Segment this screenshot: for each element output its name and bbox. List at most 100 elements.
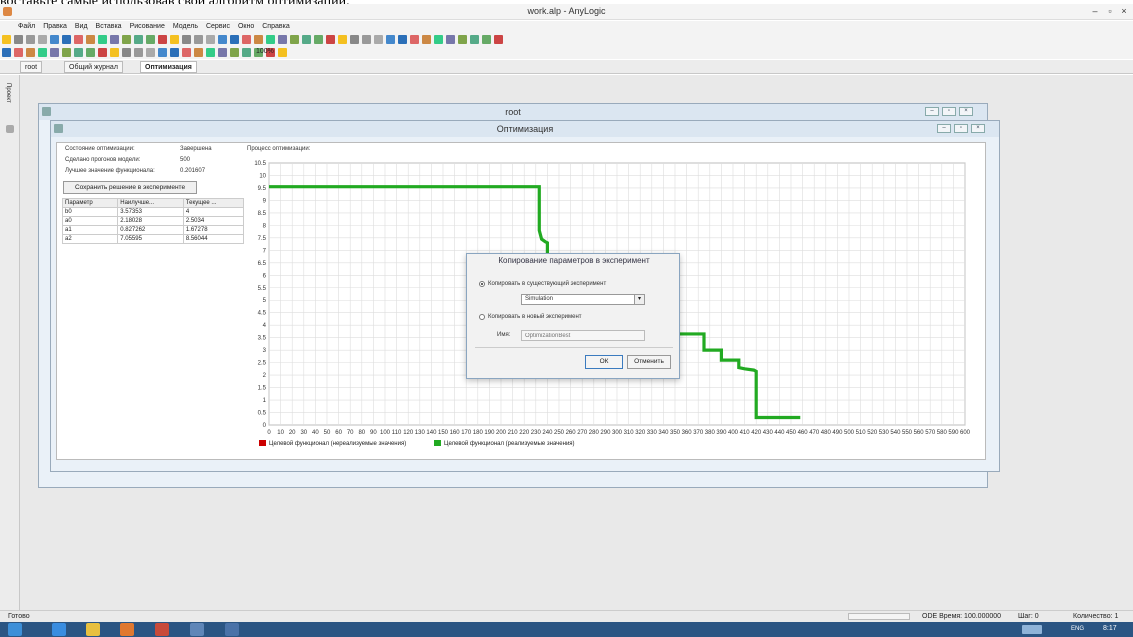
palette-icon[interactable] [6,125,14,133]
table-row[interactable]: a1 0.827262 1.67278 [61,225,245,235]
toolbar-tool-icon[interactable] [242,48,251,57]
table-header[interactable]: Текущее ... [182,198,245,208]
maximize-button[interactable]: ▫ [1103,6,1117,16]
start-icon[interactable] [8,623,22,636]
copy-new-radio[interactable] [479,314,485,320]
new-experiment-name-input[interactable] [521,330,645,341]
toolbar-tool-icon[interactable] [446,35,455,44]
opt-restore-button[interactable]: ▫ [954,124,968,133]
toolbar-tool-icon[interactable] [14,35,23,44]
toolbar-tool-icon[interactable] [86,35,95,44]
toolbar-tool-icon[interactable] [278,48,287,57]
toolbar-tool-icon[interactable] [470,35,479,44]
toolbar-tool-icon[interactable] [482,35,491,44]
toolbar-tool-icon[interactable] [38,35,47,44]
toolbar-tool-icon[interactable] [338,35,347,44]
toolbar-tool-icon[interactable] [62,48,71,57]
toolbar-tool-icon[interactable] [110,35,119,44]
toolbar-tool-icon[interactable] [230,48,239,57]
menu-item[interactable]: Вставка [92,21,126,33]
toolbar-tool-icon[interactable] [26,35,35,44]
toolbar-tool-icon[interactable] [194,48,203,57]
toolbar-tool-icon[interactable] [50,35,59,44]
project-side-tab[interactable]: Проект [5,83,11,103]
toolbar-tool-icon[interactable] [98,48,107,57]
toolbar-tool-icon[interactable] [230,35,239,44]
toolbar-tool-icon[interactable] [170,48,179,57]
browser-icon[interactable] [52,623,66,636]
toolbar-tool-icon[interactable] [206,35,215,44]
toolbar-tool-icon[interactable] [134,48,143,57]
root-minimize-button[interactable]: – [925,107,939,116]
table-row[interactable]: a0 2.18028 2.5034 [61,216,245,226]
toolbar-tool-icon[interactable] [74,48,83,57]
chevron-down-icon[interactable]: ▾ [634,295,644,304]
toolbar-tool-icon[interactable] [434,35,443,44]
toolbar-tool-icon[interactable] [98,35,107,44]
toolbar-tool-icon[interactable] [314,35,323,44]
toolbar-tool-icon[interactable] [122,48,131,57]
toolbar-tool-icon[interactable] [146,48,155,57]
toolbar-tool-icon[interactable] [170,35,179,44]
editor-tab[interactable]: Общий журнал [64,61,123,73]
menu-item[interactable]: Вид [71,21,92,33]
toolbar-tool-icon[interactable] [38,48,47,57]
zoom-level[interactable]: 100% [256,48,274,55]
close-button[interactable]: × [1117,6,1131,16]
save-solution-button[interactable]: Сохранить решение в эксперименте [63,181,197,194]
toolbar-tool-icon[interactable] [242,35,251,44]
toolbar-tool-icon[interactable] [158,35,167,44]
toolbar-tool-icon[interactable] [182,35,191,44]
toolbar-tool-icon[interactable] [2,35,11,44]
clock[interactable]: 8:17 [1103,625,1117,632]
opt-close-button[interactable]: × [971,124,985,133]
toolbar-tool-icon[interactable] [134,35,143,44]
toolbar-tool-icon[interactable] [158,48,167,57]
menu-item[interactable]: Окно [234,21,258,33]
menu-item[interactable]: Файл [14,21,39,33]
anylogic-icon[interactable] [155,623,169,636]
table-header[interactable]: Параметр [61,198,119,208]
toolbar-tool-icon[interactable] [410,35,419,44]
toolbar-tool-icon[interactable] [290,35,299,44]
toolbar-tool-icon[interactable] [254,35,263,44]
toolbar-tool-icon[interactable] [86,48,95,57]
table-row[interactable]: a2 7.05595 8.56044 [61,234,245,244]
menu-item[interactable]: Справка [258,21,293,33]
toolbar-tool-icon[interactable] [2,48,11,57]
editor-tab[interactable]: Оптимизация [140,61,197,73]
toolbar-tool-icon[interactable] [194,35,203,44]
cancel-button[interactable]: Отменить [627,355,671,369]
editor-tab[interactable]: root [20,61,43,73]
toolbar-tool-icon[interactable] [326,35,335,44]
ok-button[interactable]: ОК [585,355,623,369]
toolbar-tool-icon[interactable] [110,48,119,57]
experiment-select[interactable]: Simulation ▾ [521,294,645,305]
root-close-button[interactable]: × [959,107,973,116]
table-header[interactable]: Наилучше... [117,198,184,208]
opt-minimize-button[interactable]: – [937,124,951,133]
toolbar-tool-icon[interactable] [278,35,287,44]
toolbar-tool-icon[interactable] [302,35,311,44]
toolbar-tool-icon[interactable] [494,35,503,44]
tray-icons[interactable] [1022,625,1042,634]
copy-existing-radio[interactable] [479,281,485,287]
word-icon[interactable] [225,623,239,636]
toolbar-tool-icon[interactable] [218,48,227,57]
menu-item[interactable]: Рисование [126,21,169,33]
app-icon[interactable] [190,623,204,636]
toolbar-tool-icon[interactable] [74,35,83,44]
folder-icon[interactable] [86,623,100,636]
toolbar-tool-icon[interactable] [50,48,59,57]
menu-item[interactable]: Модель [169,21,202,33]
menu-item[interactable]: Сервис [202,21,234,33]
toolbar-tool-icon[interactable] [218,35,227,44]
toolbar-tool-icon[interactable] [422,35,431,44]
firefox-icon[interactable] [120,623,134,636]
toolbar-tool-icon[interactable] [182,48,191,57]
toolbar-tool-icon[interactable] [62,35,71,44]
minimize-button[interactable]: – [1088,6,1102,16]
toolbar-tool-icon[interactable] [350,35,359,44]
toolbar-tool-icon[interactable] [146,35,155,44]
language-indicator[interactable]: ENG [1071,626,1084,632]
